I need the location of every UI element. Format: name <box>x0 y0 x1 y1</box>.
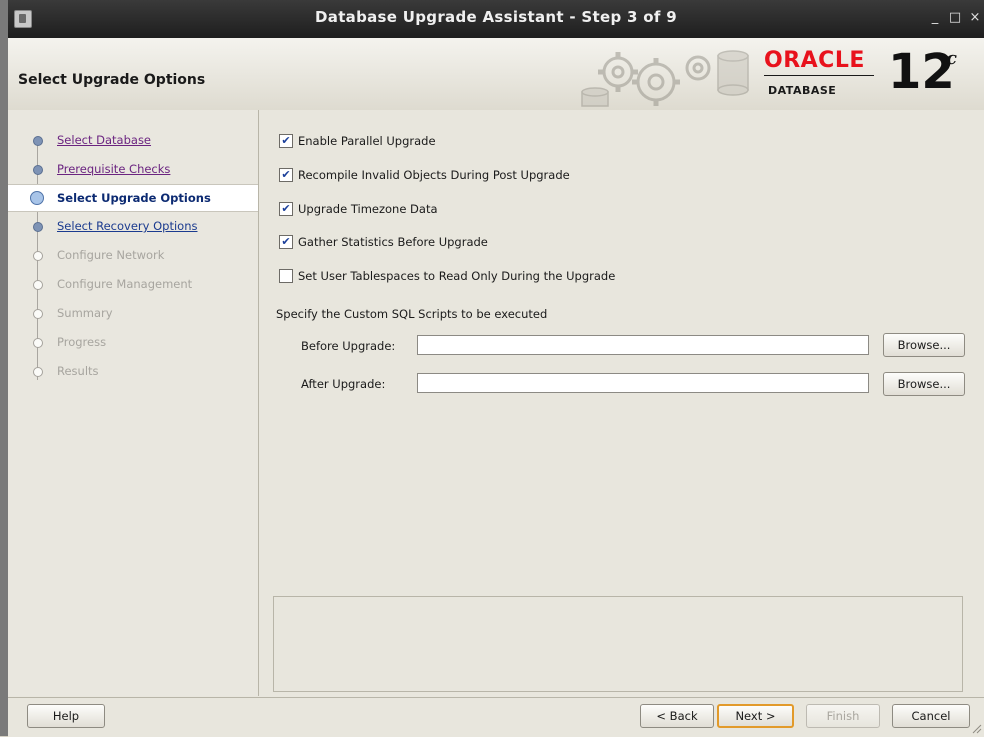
nav-item-summary: Summary <box>8 300 258 326</box>
browse-after-button[interactable]: Browse... <box>883 372 965 396</box>
option-label: Gather Statistics Before Upgrade <box>298 235 488 249</box>
option-label: Recompile Invalid Objects During Post Up… <box>298 168 570 182</box>
oracle-brand: ORACLE <box>764 48 865 73</box>
title-bar[interactable]: Database Upgrade Assistant - Step 3 of 9… <box>8 0 984 39</box>
step-visited-icon <box>33 136 43 146</box>
check-mark-icon[interactable]: ✔ <box>279 134 293 148</box>
nav-item-results: Results <box>8 358 258 384</box>
oracle-database-12c-logo: ORACLE DATABASE 12 c <box>760 44 965 104</box>
step-current-icon <box>30 191 44 205</box>
option-label: Enable Parallel Upgrade <box>298 134 436 148</box>
check-mark-icon[interactable]: ✔ <box>279 235 293 249</box>
minimize-icon[interactable]: _ <box>926 10 944 25</box>
step-pending-icon <box>33 338 43 348</box>
step-pending-icon <box>33 251 43 261</box>
step-pending-icon <box>33 309 43 319</box>
nav-item-label: Prerequisite Checks <box>57 162 171 176</box>
upgrade-options-panel: ✔ Enable Parallel Upgrade ✔ Recompile In… <box>259 110 984 696</box>
step-navigation: Select Database Prerequisite Checks Sele… <box>8 110 259 696</box>
before-upgrade-label: Before Upgrade: <box>301 339 396 353</box>
oracle-version: 12 <box>888 44 955 100</box>
message-area <box>273 596 963 692</box>
nav-item-label: Progress <box>57 335 107 349</box>
close-icon[interactable]: × <box>966 10 984 25</box>
gears-database-icon <box>581 50 749 107</box>
step-header: Select Upgrade Options ORACLE DATABASE 1… <box>8 38 984 111</box>
desktop-edge <box>0 0 8 736</box>
step-pending-icon <box>33 280 43 290</box>
before-upgrade-input[interactable] <box>417 335 869 355</box>
wizard-footer: Help < Back Next > Finish Cancel <box>8 697 984 737</box>
cancel-button[interactable]: Cancel <box>892 704 970 728</box>
step-pending-icon <box>33 367 43 377</box>
nav-item-label: Results <box>57 364 99 378</box>
nav-item-label: Configure Management <box>57 277 193 291</box>
nav-item-label: Configure Network <box>57 248 165 262</box>
after-upgrade-label: After Upgrade: <box>301 377 386 391</box>
nav-item-label: Select Upgrade Options <box>57 191 211 205</box>
check-mark-icon[interactable]: ✔ <box>279 202 293 216</box>
option-label: Set User Tablespaces to Read Only During… <box>298 269 616 283</box>
back-button[interactable]: < Back <box>640 704 714 728</box>
nav-item-select-database[interactable]: Select Database <box>8 127 258 153</box>
resize-grip-icon[interactable] <box>970 722 982 734</box>
checkbox-empty-icon[interactable] <box>279 269 293 283</box>
step-visited-icon <box>33 165 43 175</box>
nav-item-configure-management: Configure Management <box>8 271 258 297</box>
custom-sql-section-title: Specify the Custom SQL Scripts to be exe… <box>276 307 548 321</box>
nav-item-label: Summary <box>57 306 113 320</box>
window-title: Database Upgrade Assistant - Step 3 of 9 <box>315 8 677 26</box>
dbua-window: Database Upgrade Assistant - Step 3 of 9… <box>8 0 984 737</box>
nav-item-label: Select Recovery Options <box>57 219 198 233</box>
option-label: Upgrade Timezone Data <box>298 202 438 216</box>
oracle-product: DATABASE <box>768 84 837 97</box>
nav-item-label: Select Database <box>57 133 152 147</box>
next-button[interactable]: Next > <box>717 704 794 728</box>
finish-button: Finish <box>806 704 880 728</box>
step-next-icon <box>33 222 43 232</box>
nav-item-select-upgrade-options[interactable]: Select Upgrade Options <box>8 184 258 212</box>
nav-item-progress: Progress <box>8 329 258 355</box>
maximize-icon[interactable]: □ <box>946 10 964 25</box>
logo-rule <box>764 75 874 76</box>
page-title: Select Upgrade Options <box>18 72 206 88</box>
after-upgrade-input[interactable] <box>417 373 869 393</box>
check-mark-icon[interactable]: ✔ <box>279 168 293 182</box>
browse-before-button[interactable]: Browse... <box>883 333 965 357</box>
oracle-version-suffix: c <box>946 48 957 69</box>
nav-item-configure-network: Configure Network <box>8 242 258 268</box>
help-button[interactable]: Help <box>27 704 105 728</box>
nav-item-select-recovery-options[interactable]: Select Recovery Options <box>8 213 258 239</box>
nav-item-prerequisite-checks[interactable]: Prerequisite Checks <box>8 156 258 182</box>
